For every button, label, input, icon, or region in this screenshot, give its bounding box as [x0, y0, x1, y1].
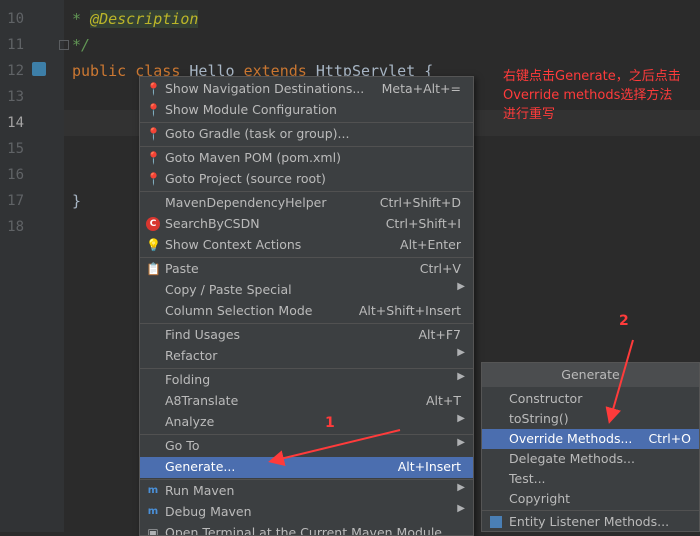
arrow-to-override-methods: [605, 339, 634, 424]
arrow-to-generate: [268, 429, 401, 466]
annotation-arrows: [268, 339, 634, 466]
